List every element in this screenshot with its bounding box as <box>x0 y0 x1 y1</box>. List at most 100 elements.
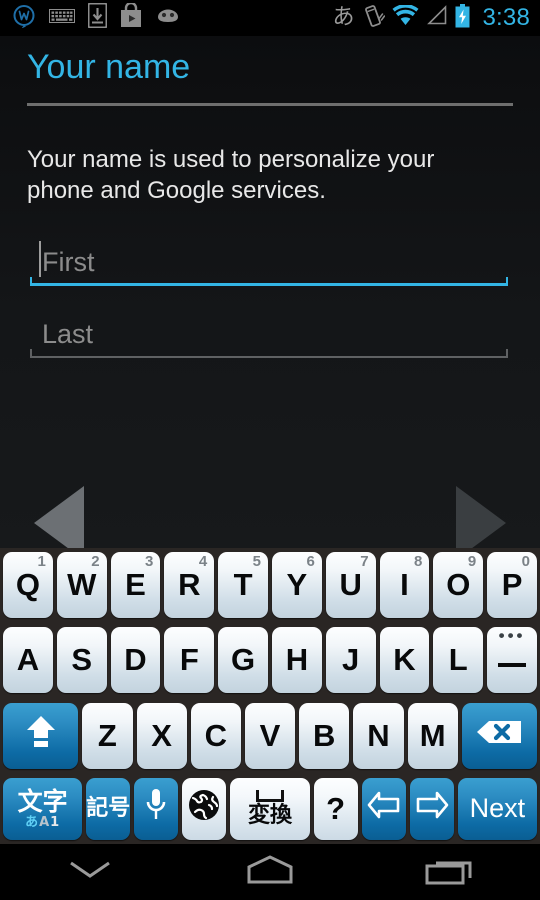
key-label: M <box>419 717 446 753</box>
key-next-action[interactable]: Next <box>457 777 537 840</box>
key-hint: 1 <box>37 553 46 570</box>
key-z[interactable]: Z <box>82 702 133 769</box>
first-name-underline <box>30 277 508 286</box>
key-backspace[interactable] <box>461 702 538 769</box>
android-setup-screen: あ 3:38 Your name Your name is used to pe… <box>0 0 540 900</box>
navigation-bar <box>0 844 540 900</box>
key-k[interactable]: K <box>379 627 430 694</box>
key-label: P <box>501 567 523 602</box>
soft-keyboard[interactable]: 1Q 2W 3E 4R 5T 6Y 7U 8I 9O 0P A S D F G … <box>0 548 540 844</box>
key-label: 記号 <box>86 795 131 821</box>
key-p[interactable]: 0P <box>487 552 537 618</box>
key-label: T <box>233 567 253 602</box>
key-hint: 7 <box>360 553 369 570</box>
arrow-right-icon <box>415 790 449 828</box>
android-face-icon <box>155 7 181 29</box>
key-symbols[interactable]: 記号 <box>86 777 131 840</box>
key-e[interactable]: 3E <box>110 552 161 618</box>
keyboard-row-zxcv: Z X C V B N M <box>3 702 538 769</box>
arrow-left-icon <box>367 790 401 828</box>
keyboard-row-bottom: 文字 あA1 記号 変換 ? Next <box>3 777 537 840</box>
key-x[interactable]: X <box>136 702 187 769</box>
first-name-input[interactable]: First <box>30 234 508 286</box>
key-label: N <box>367 717 390 753</box>
microphone-icon <box>145 788 167 830</box>
key-a[interactable]: A <box>3 627 53 694</box>
key-label: E <box>125 567 146 602</box>
wordpress-logo-icon <box>12 4 36 33</box>
key-hint: 9 <box>467 553 477 570</box>
shift-arrow-icon <box>21 713 61 759</box>
key-question-mark[interactable]: ? <box>313 777 358 840</box>
key-shift[interactable] <box>3 702 79 769</box>
keyboard-row-qwerty: 1Q 2W 3E 4R 5T 6Y 7U 8I 9O 0P <box>3 552 537 618</box>
key-label: I <box>400 567 409 602</box>
key-g[interactable]: G <box>218 627 268 694</box>
key-arrow-left[interactable] <box>361 777 406 840</box>
key-label: H <box>285 642 309 678</box>
key-arrow-right[interactable] <box>409 777 454 840</box>
key-hint: 4 <box>198 553 208 570</box>
key-o[interactable]: 9O <box>433 552 484 618</box>
page-title: Your name <box>27 48 191 86</box>
globe-icon <box>187 788 221 830</box>
key-label: U <box>339 567 362 602</box>
key-label: 変換 <box>247 803 292 829</box>
recents-button[interactable] <box>360 844 540 900</box>
last-name-underline <box>30 349 508 358</box>
key-mode-switch[interactable]: 文字 あA1 <box>3 777 83 840</box>
key-y[interactable]: 6Y <box>271 552 322 618</box>
description-text: Your name is used to personalize your ph… <box>27 146 435 204</box>
key-j[interactable]: J <box>325 627 376 694</box>
text-caret <box>39 241 41 277</box>
key-h[interactable]: H <box>271 627 322 694</box>
recents-icon <box>424 854 476 891</box>
spacebar-icon <box>255 790 284 803</box>
key-c[interactable]: C <box>190 702 241 769</box>
play-store-icon <box>120 1 142 33</box>
key-l[interactable]: L <box>433 627 484 694</box>
key-label: L <box>448 642 468 678</box>
backspace-icon <box>474 718 524 754</box>
last-name-placeholder: Last <box>42 319 94 349</box>
key-t[interactable]: 5T <box>218 552 268 618</box>
key-label: Q <box>15 567 40 602</box>
key-label: W <box>67 567 97 602</box>
key-m[interactable]: M <box>407 702 458 769</box>
key-label: Z <box>97 717 117 753</box>
key-r[interactable]: 4R <box>164 552 215 618</box>
chevron-down-icon <box>67 857 113 888</box>
more-options-icon: ••• <box>498 626 526 646</box>
hide-keyboard-button[interactable] <box>0 844 180 900</box>
key-language-switch[interactable] <box>182 777 227 840</box>
key-s[interactable]: S <box>56 627 107 694</box>
ime-language-indicator: あ <box>332 5 355 30</box>
key-hint: 3 <box>145 553 154 570</box>
last-name-input[interactable]: Last <box>30 306 508 358</box>
wifi-icon <box>392 3 419 32</box>
key-label: J <box>342 642 360 678</box>
key-q[interactable]: 1Q <box>3 552 53 618</box>
key-hint: 6 <box>306 553 315 570</box>
key-d[interactable]: D <box>110 627 161 694</box>
key-w[interactable]: 2W <box>56 552 107 618</box>
home-button[interactable] <box>180 844 360 900</box>
status-bar: あ 3:38 <box>0 0 540 36</box>
key-i[interactable]: 8I <box>379 552 430 618</box>
key-n[interactable]: N <box>353 702 404 769</box>
key-voice-input[interactable] <box>134 777 179 840</box>
key-label: Y <box>286 567 308 602</box>
signal-icon <box>426 5 448 31</box>
key-u[interactable]: 7U <box>325 552 376 618</box>
key-hint: 2 <box>91 553 100 570</box>
key-label: ? <box>326 790 346 826</box>
key-dash[interactable]: ••• <box>487 626 537 694</box>
key-label: V <box>259 717 281 753</box>
key-b[interactable]: B <box>299 702 350 769</box>
key-label: B <box>313 717 336 753</box>
key-label: 文字 <box>17 786 68 816</box>
key-f[interactable]: F <box>164 627 215 694</box>
key-convert-space[interactable]: 変換 <box>230 777 310 840</box>
key-v[interactable]: V <box>244 702 296 769</box>
first-name-placeholder: First <box>42 247 95 277</box>
